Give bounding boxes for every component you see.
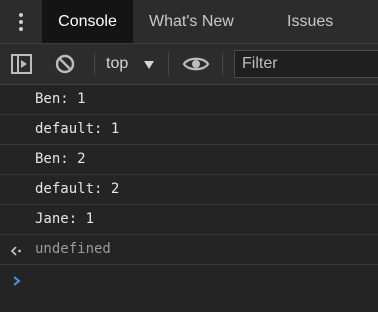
console-prompt[interactable]: [0, 265, 378, 295]
console-message: Ben: 1: [0, 85, 378, 115]
console-output: Ben: 1 default: 1 Ben: 2 default: 2 Jane…: [0, 85, 378, 295]
filter-input[interactable]: [234, 50, 378, 78]
devtools-tab-bar: Console What's New Issues: [0, 0, 378, 44]
tab-issues[interactable]: Issues: [287, 0, 333, 43]
console-message: Ben: 2: [0, 145, 378, 175]
context-selector[interactable]: top: [106, 53, 128, 75]
toolbar-separator: [168, 53, 169, 75]
toolbar-separator: [94, 53, 95, 75]
console-message-text: Jane: 1: [35, 211, 95, 227]
sidebar-toggle-icon[interactable]: [9, 52, 35, 76]
return-value-icon: [10, 244, 22, 256]
tab-console[interactable]: Console: [42, 0, 133, 43]
console-message-text: Ben: 2: [35, 151, 86, 167]
more-options-icon[interactable]: [12, 10, 30, 34]
console-result: undefined: [0, 235, 378, 265]
console-message-text: default: 2: [35, 181, 120, 197]
console-message: default: 1: [0, 115, 378, 145]
console-message: default: 2: [0, 175, 378, 205]
eye-icon[interactable]: [182, 52, 210, 76]
console-message-text: Ben: 1: [35, 91, 86, 107]
console-result-text: undefined: [35, 241, 111, 257]
prompt-chevron-icon: [12, 274, 22, 286]
clear-console-icon[interactable]: [53, 52, 79, 76]
devtools-console-panel: Console What's New Issues top Filter Ben…: [0, 0, 378, 312]
tab-whats-new[interactable]: What's New: [149, 0, 234, 43]
toolbar-separator: [222, 53, 223, 75]
console-toolbar: top: [0, 44, 378, 85]
console-message: Jane: 1: [0, 205, 378, 235]
chevron-down-icon[interactable]: [144, 61, 154, 69]
console-message-text: default: 1: [35, 121, 120, 137]
